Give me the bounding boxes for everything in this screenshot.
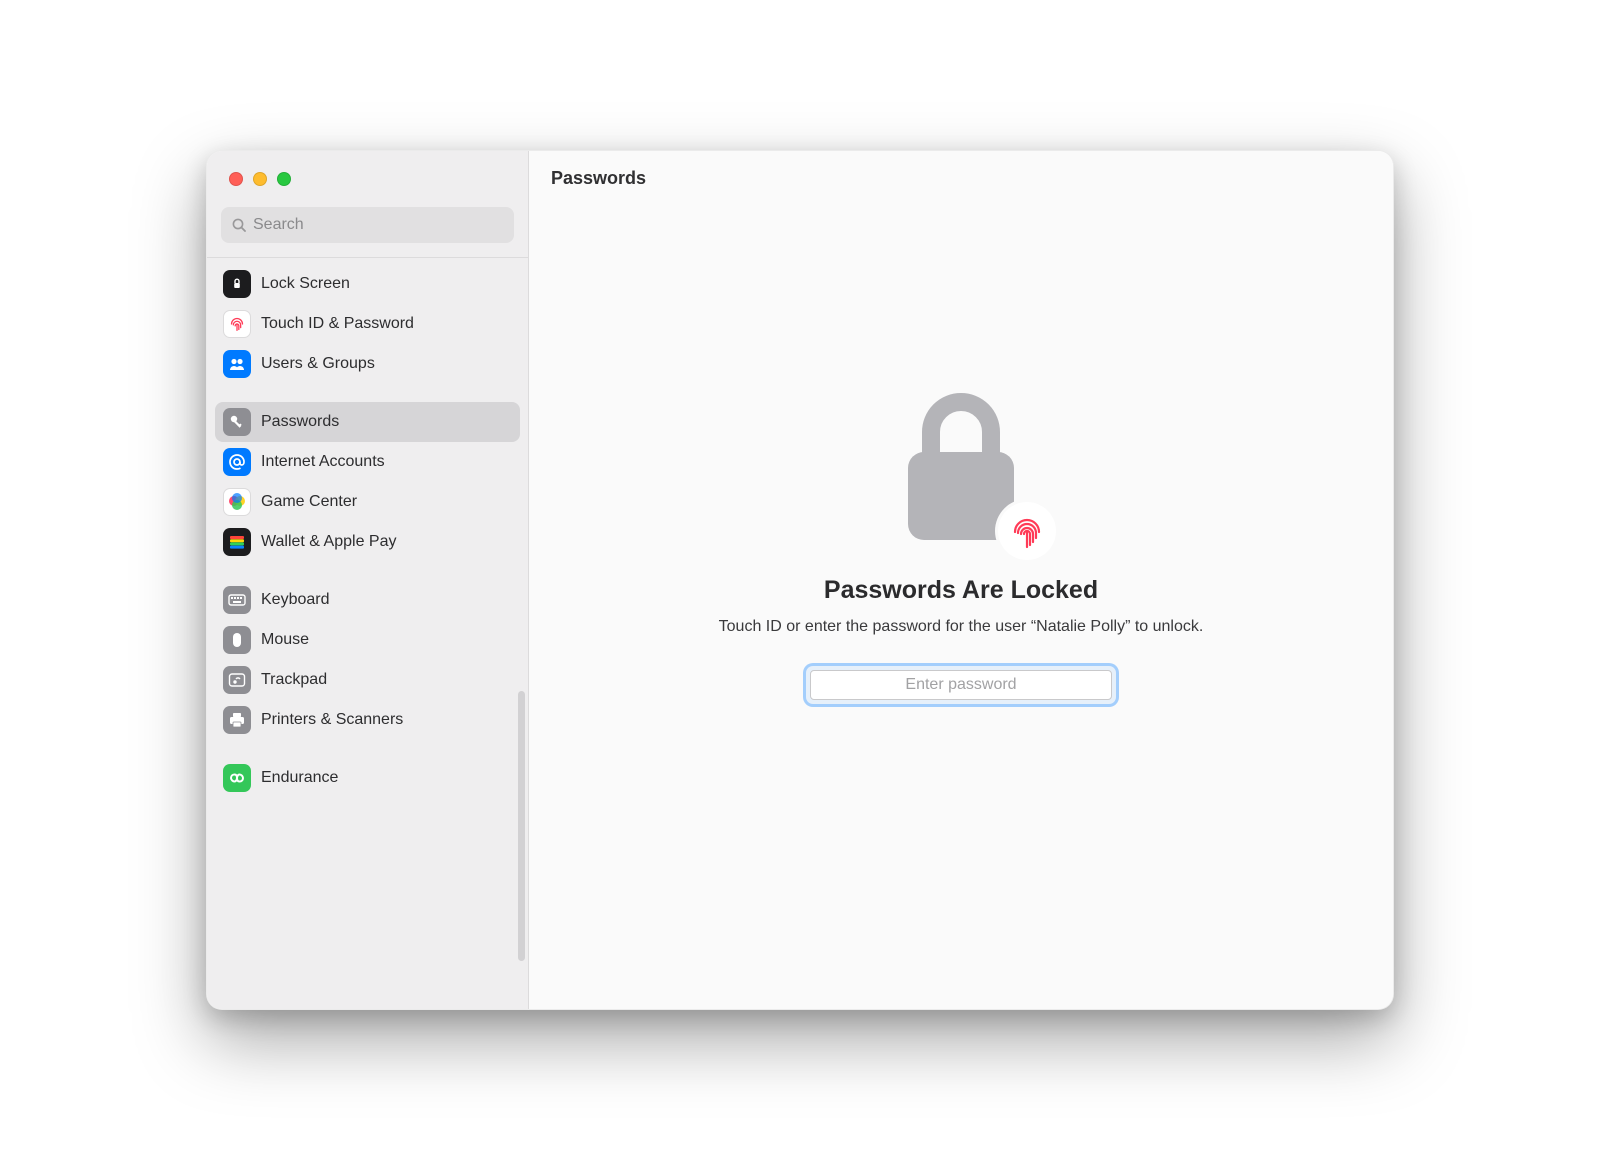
- users-icon: [223, 350, 251, 378]
- sidebar-item-mouse[interactable]: Mouse: [215, 620, 520, 660]
- sidebar-item-label: Touch ID & Password: [261, 315, 414, 333]
- sidebar-item-label: Internet Accounts: [261, 453, 385, 471]
- sidebar-item-label: Wallet & Apple Pay: [261, 533, 396, 551]
- close-window-button[interactable]: [229, 172, 243, 186]
- wallet-icon: [223, 528, 251, 556]
- window-controls: [207, 151, 528, 207]
- zoom-window-button[interactable]: [277, 172, 291, 186]
- locked-title: Passwords Are Locked: [824, 576, 1098, 605]
- search-row: [207, 207, 528, 257]
- key-icon: [223, 408, 251, 436]
- sidebar-list[interactable]: Lock Screen Touch ID & Password: [207, 257, 528, 1009]
- lock-illustration: [886, 387, 1036, 552]
- sidebar-item-label: Users & Groups: [261, 355, 375, 373]
- sidebar-item-label: Mouse: [261, 631, 309, 649]
- trackpad-icon: [223, 666, 251, 694]
- sidebar-item-touch-id[interactable]: Touch ID & Password: [215, 304, 520, 344]
- search-input[interactable]: [253, 216, 504, 234]
- search-field[interactable]: [221, 207, 514, 243]
- sidebar-item-printers[interactable]: Printers & Scanners: [215, 700, 520, 740]
- locked-subtitle: Touch ID or enter the password for the u…: [719, 615, 1204, 638]
- sidebar-item-game-center[interactable]: Game Center: [215, 482, 520, 522]
- sidebar-item-users-groups[interactable]: Users & Groups: [215, 344, 520, 384]
- sidebar-item-label: Printers & Scanners: [261, 711, 403, 729]
- sidebar-item-passwords[interactable]: Passwords: [215, 402, 520, 442]
- lock-screen-icon: [223, 270, 251, 298]
- sidebar-item-wallet[interactable]: Wallet & Apple Pay: [215, 522, 520, 562]
- main-content: Passwords Passwords Are L: [529, 151, 1393, 1009]
- fingerprint-icon: [223, 310, 251, 338]
- sidebar-item-trackpad[interactable]: Trackpad: [215, 660, 520, 700]
- touch-id-icon: [998, 502, 1056, 560]
- main-header: Passwords: [529, 151, 1393, 207]
- printer-icon: [223, 706, 251, 734]
- sidebar-item-label: Lock Screen: [261, 275, 350, 293]
- search-icon: [231, 217, 247, 233]
- minimize-window-button[interactable]: [253, 172, 267, 186]
- sidebar-item-label: Game Center: [261, 493, 357, 511]
- sidebar-item-keyboard[interactable]: Keyboard: [215, 580, 520, 620]
- sidebar-item-label: Passwords: [261, 413, 339, 431]
- locked-panel: Passwords Are Locked Touch ID or enter t…: [529, 207, 1393, 1009]
- mouse-icon: [223, 626, 251, 654]
- sidebar-item-internet-accounts[interactable]: Internet Accounts: [215, 442, 520, 482]
- sidebar-item-lock-screen[interactable]: Lock Screen: [215, 264, 520, 304]
- settings-window: Lock Screen Touch ID & Password: [206, 150, 1394, 1010]
- keyboard-icon: [223, 586, 251, 614]
- password-input[interactable]: [810, 670, 1112, 700]
- sidebar: Lock Screen Touch ID & Password: [207, 151, 529, 1009]
- infinity-icon: [223, 764, 251, 792]
- sidebar-item-endurance[interactable]: Endurance: [215, 758, 520, 798]
- sidebar-item-label: Trackpad: [261, 671, 327, 689]
- at-sign-icon: [223, 448, 251, 476]
- sidebar-item-label: Keyboard: [261, 591, 330, 609]
- game-center-icon: [223, 488, 251, 516]
- password-field-wrap: [806, 666, 1116, 704]
- sidebar-item-label: Endurance: [261, 769, 338, 787]
- page-title: Passwords: [551, 168, 646, 189]
